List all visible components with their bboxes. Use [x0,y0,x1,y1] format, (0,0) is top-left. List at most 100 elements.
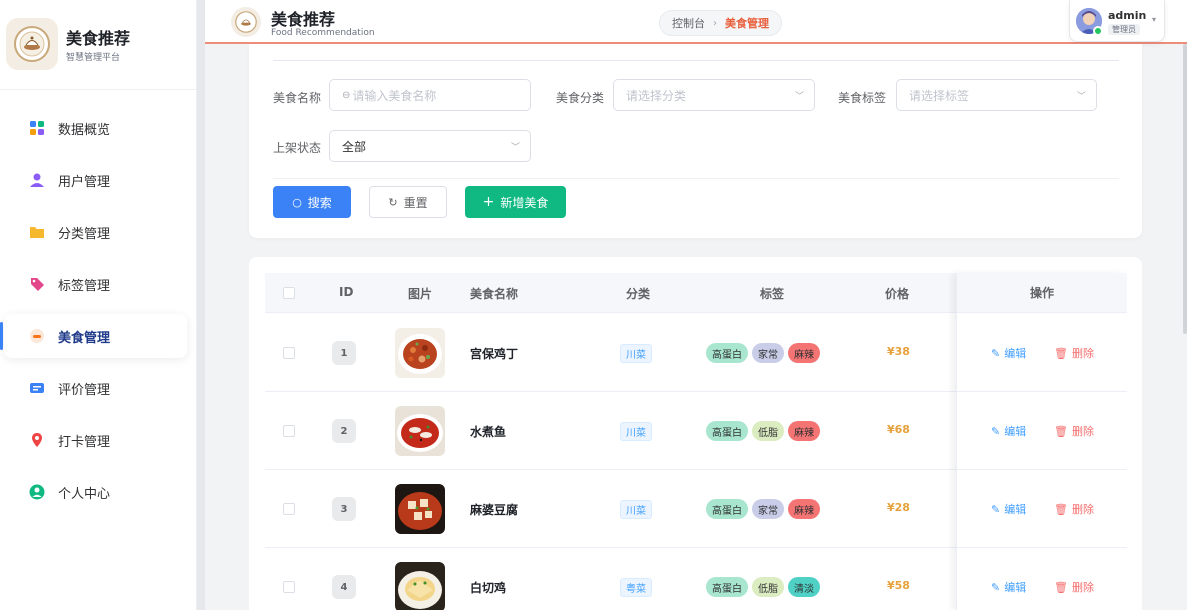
edit-button[interactable]: ✎ 编辑 [991,345,1026,361]
user-menu[interactable]: admin 管理员 ▾ [1069,0,1165,42]
food-name-input[interactable]: ⊖ 请输入美食名称 [329,79,531,111]
edit-icon: ✎ [991,502,1001,516]
status-value: 全部 [342,139,367,154]
trash-icon: 🗑 [1054,346,1068,360]
row-actions: ✎ 编辑 🗑 删除 [957,314,1127,392]
delete-button[interactable]: 🗑 删除 [1054,423,1094,439]
select-all-checkbox[interactable] [283,287,295,299]
online-status-dot [1093,26,1103,36]
sidebar-item-label: 评价管理 [58,382,111,398]
edit-button[interactable]: ✎ 编辑 [991,501,1026,517]
category-label: 美食分类 [556,91,605,105]
grid-icon [28,119,46,137]
delete-button[interactable]: 🗑 删除 [1054,345,1094,361]
row-checkbox[interactable] [283,503,295,515]
food-name: 白切鸡 [470,581,507,595]
col-category: 分类 [626,287,651,301]
sidebar-item-label: 美食管理 [58,330,111,346]
edit-icon: ✎ [991,346,1001,360]
tag-badge: 低脂 [752,421,784,441]
category-tag: 川菜 [620,500,652,519]
tag-badge: 低脂 [752,577,784,597]
edit-button[interactable]: ✎ 编辑 [991,423,1026,439]
sidebar-scrollbar[interactable] [197,0,205,610]
search-icon: ○ [292,195,302,209]
header-title: 美食推荐 [271,10,336,29]
search-icon: ⊖ [342,89,351,101]
price: ¥68 [887,423,910,436]
row-actions: ✎ 编辑 🗑 删除 [957,392,1127,470]
food-name: 宫保鸡丁 [470,347,519,361]
status-select[interactable]: 全部 ﹀ [329,130,531,162]
edit-button[interactable]: ✎ 编辑 [991,579,1026,595]
sidebar-item-users[interactable]: 用户管理 [0,158,197,202]
food-name-label: 美食名称 [273,91,322,105]
page-scrollbar[interactable] [1183,44,1187,334]
logo-icon [6,18,58,70]
tag-badge: 家常 [752,499,784,519]
breadcrumb-home[interactable]: 控制台 [672,15,705,31]
reset-button[interactable]: ↻ 重置 [369,186,447,218]
user-role-badge: 管理员 [1108,24,1140,35]
delete-button[interactable]: 🗑 删除 [1054,501,1094,517]
row-actions: ✎ 编辑 🗑 删除 [957,470,1127,548]
chevron-down-icon: ▾ [1152,15,1157,24]
col-actions: 操作 [957,273,1127,313]
sidebar-item-label: 分类管理 [58,226,111,242]
divider [273,178,1119,179]
breadcrumb: 控制台 › 美食管理 [659,10,782,36]
category-tag: 川菜 [620,344,652,363]
col-tags: 标签 [760,287,785,301]
brand: 美食推荐 智慧管理平台 [0,0,197,90]
tag-badge: 家常 [752,343,784,363]
edit-icon: ✎ [991,580,1001,594]
sidebar-item-label: 数据概览 [58,122,111,138]
row-checkbox[interactable] [283,425,295,437]
chevron-down-icon: ﹀ [510,143,520,153]
divider [273,60,1119,61]
tag-label: 美食标签 [838,91,887,105]
sidebar-item-profile[interactable]: 个人中心 [0,470,197,514]
delete-button[interactable]: 🗑 删除 [1054,579,1094,595]
edit-label: 编辑 [1004,347,1027,360]
category-select[interactable]: 请选择分类 ﹀ [613,79,815,111]
sidebar-item-tags[interactable]: 标签管理 [0,262,197,306]
col-image: 图片 [408,287,433,301]
search-button-label: 搜索 [307,195,332,210]
id-badge: 1 [332,341,356,365]
id-badge: 3 [332,497,356,521]
food-name-placeholder: 请输入美食名称 [352,88,437,103]
sidebar-item-categories[interactable]: 分类管理 [0,210,197,254]
id-badge: 2 [332,419,356,443]
logo-icon [231,7,261,37]
sidebar-item-checkins[interactable]: 打卡管理 [0,418,197,462]
food-image [395,484,445,534]
search-button[interactable]: ○ 搜索 [273,186,351,218]
add-food-button[interactable]: + 新增美食 [465,186,566,218]
tag-list: 高蛋白 家常 麻辣 [706,499,820,519]
users-icon [28,171,46,189]
row-checkbox[interactable] [283,581,295,593]
trash-icon: 🗑 [1054,424,1068,438]
tag-badge: 清淡 [788,577,820,597]
delete-label: 删除 [1071,347,1094,360]
sidebar-item-dashboard[interactable]: 数据概览 [0,106,197,150]
tag-select[interactable]: 请选择标签 ﹀ [896,79,1097,111]
tag-list: 高蛋白 低脂 麻辣 [706,421,820,441]
sidebar-item-food[interactable]: 美食管理 [0,314,187,358]
actions-column: 操作 ✎ 编辑 🗑 删除 ✎ 编辑 🗑 删除 ✎ 编辑 🗑 删除 ✎ 编辑 🗑 删除 [956,273,1127,610]
tag-badge: 高蛋白 [706,343,748,363]
trash-icon: 🗑 [1054,502,1068,516]
add-food-button-label: 新增美食 [500,195,549,210]
plus-icon: + [482,194,495,210]
col-name: 美食名称 [470,287,519,301]
sidebar-item-reviews[interactable]: 评价管理 [0,366,197,410]
food-name: 麻婆豆腐 [470,503,519,517]
tag-badge: 麻辣 [788,343,820,363]
tag-badge: 麻辣 [788,421,820,441]
user-name: admin [1108,9,1147,22]
price: ¥58 [887,579,910,592]
row-checkbox[interactable] [283,347,295,359]
reset-button-label: 重置 [403,195,428,210]
row-actions: ✎ 编辑 🗑 删除 [957,548,1127,610]
